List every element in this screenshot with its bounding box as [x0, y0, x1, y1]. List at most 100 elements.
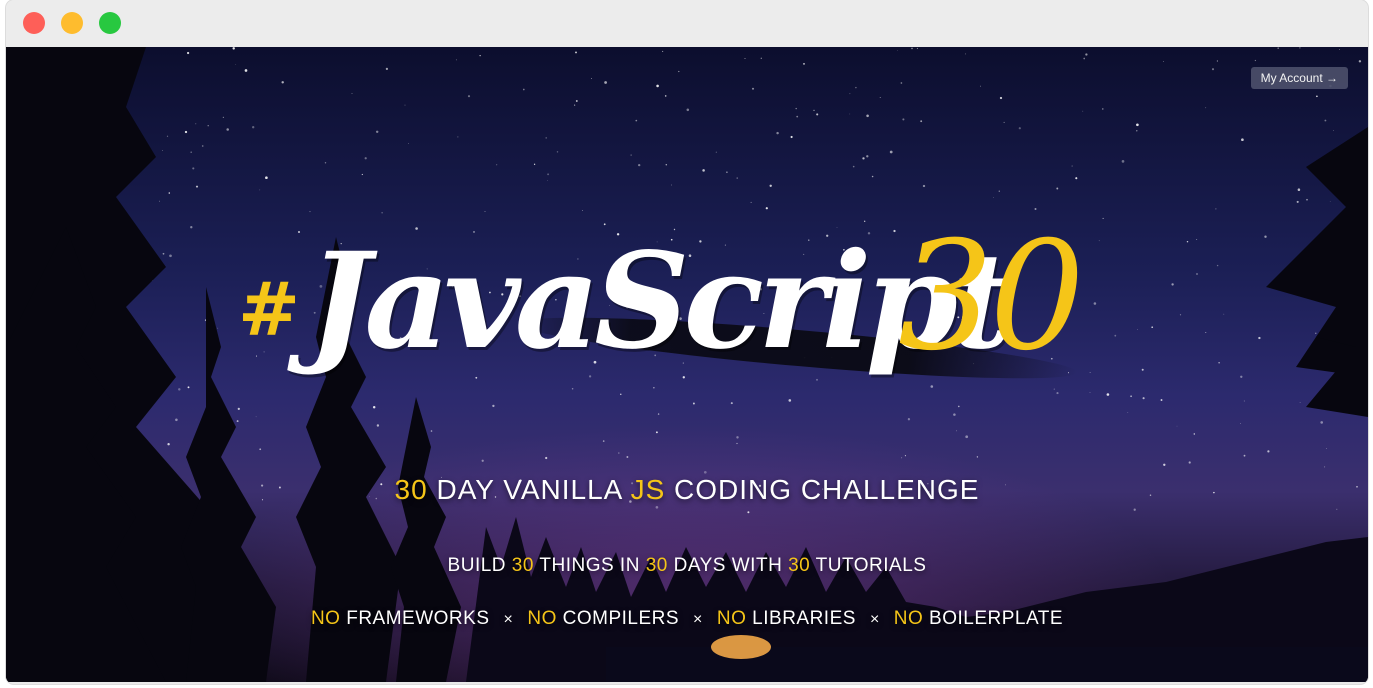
star — [1240, 375, 1243, 378]
feature-label: LIBRARIES — [746, 608, 856, 629]
star — [862, 157, 865, 160]
feature-no: NO — [527, 608, 557, 629]
star — [201, 145, 204, 147]
star — [404, 104, 406, 106]
star — [916, 47, 918, 49]
star — [169, 254, 172, 258]
star — [1306, 198, 1308, 201]
star — [178, 388, 181, 391]
star — [1075, 177, 1078, 180]
star — [1324, 466, 1326, 468]
star — [992, 197, 994, 198]
subline-tutorials: TUTORIALS — [810, 555, 927, 576]
subline-things: THINGS IN — [533, 555, 646, 576]
star — [1216, 264, 1219, 267]
star — [1211, 68, 1215, 71]
star — [980, 85, 981, 87]
subline-number-3: 30 — [788, 555, 811, 576]
window-titlebar — [6, 0, 1368, 47]
star — [776, 131, 779, 135]
star — [1223, 313, 1225, 315]
star — [235, 64, 237, 65]
star — [1085, 53, 1088, 56]
star — [1320, 421, 1324, 424]
star — [281, 81, 284, 84]
star — [900, 82, 903, 84]
star — [904, 455, 906, 457]
star — [920, 120, 923, 123]
star — [1243, 400, 1245, 402]
star — [481, 459, 484, 462]
star — [1277, 47, 1279, 49]
tagline: 30 DAY VANILLA JS CODING CHALLENGE — [6, 474, 1368, 506]
star — [1176, 425, 1178, 427]
star — [455, 59, 457, 61]
subline-number-2: 30 — [645, 555, 668, 576]
star — [484, 211, 486, 212]
star — [217, 327, 219, 329]
star — [1083, 57, 1086, 60]
star — [545, 137, 547, 139]
star — [1326, 448, 1327, 450]
star — [1121, 160, 1125, 163]
star — [547, 180, 548, 181]
star — [375, 130, 379, 134]
star — [1196, 273, 1198, 275]
star — [1018, 127, 1021, 130]
star — [1162, 61, 1164, 62]
star — [976, 456, 979, 458]
star — [1338, 48, 1340, 50]
star — [1071, 165, 1073, 167]
star — [1241, 138, 1244, 142]
star — [751, 87, 755, 90]
star — [1098, 240, 1100, 242]
feature-separator: × — [869, 611, 880, 628]
star — [1216, 60, 1218, 62]
maximize-window-button[interactable] — [99, 12, 121, 34]
star — [702, 169, 705, 172]
star — [635, 119, 638, 122]
star — [1179, 314, 1182, 316]
star — [1102, 217, 1104, 219]
subline-days: DAYS WITH — [667, 555, 789, 576]
star — [1196, 239, 1198, 240]
star — [1142, 397, 1145, 400]
star — [911, 47, 913, 50]
star — [1336, 508, 1338, 510]
close-window-button[interactable] — [23, 12, 45, 34]
star — [1296, 200, 1299, 203]
logo-hash: # — [238, 267, 300, 353]
star — [222, 116, 225, 119]
star — [1102, 108, 1104, 110]
star — [582, 209, 583, 211]
star — [522, 88, 525, 91]
star — [999, 96, 1003, 100]
star — [1186, 240, 1189, 243]
star — [1193, 433, 1196, 435]
minimize-window-button[interactable] — [61, 12, 83, 34]
star — [591, 78, 593, 80]
tagline-text-1: DAY VANILLA — [427, 474, 631, 505]
star — [479, 55, 481, 57]
star — [630, 154, 632, 156]
star — [1082, 110, 1084, 112]
logo-number: 30 — [898, 210, 1085, 384]
star — [744, 58, 746, 59]
star — [803, 63, 805, 65]
star — [795, 107, 797, 110]
star — [1218, 362, 1220, 364]
star — [656, 84, 659, 88]
star — [195, 185, 199, 188]
star — [162, 252, 165, 255]
feature-label: COMPILERS — [556, 608, 680, 629]
feature-item: NO BOILERPLATE — [894, 608, 1063, 629]
tagline-js: JS — [630, 474, 666, 505]
star — [1127, 412, 1129, 413]
star — [1163, 463, 1166, 466]
star — [190, 226, 193, 229]
my-account-button[interactable]: My Account → — [1250, 67, 1348, 89]
star — [184, 130, 188, 134]
feature-item: NO FRAMEWORKS — [311, 608, 490, 629]
star — [866, 114, 869, 118]
star — [796, 115, 799, 118]
